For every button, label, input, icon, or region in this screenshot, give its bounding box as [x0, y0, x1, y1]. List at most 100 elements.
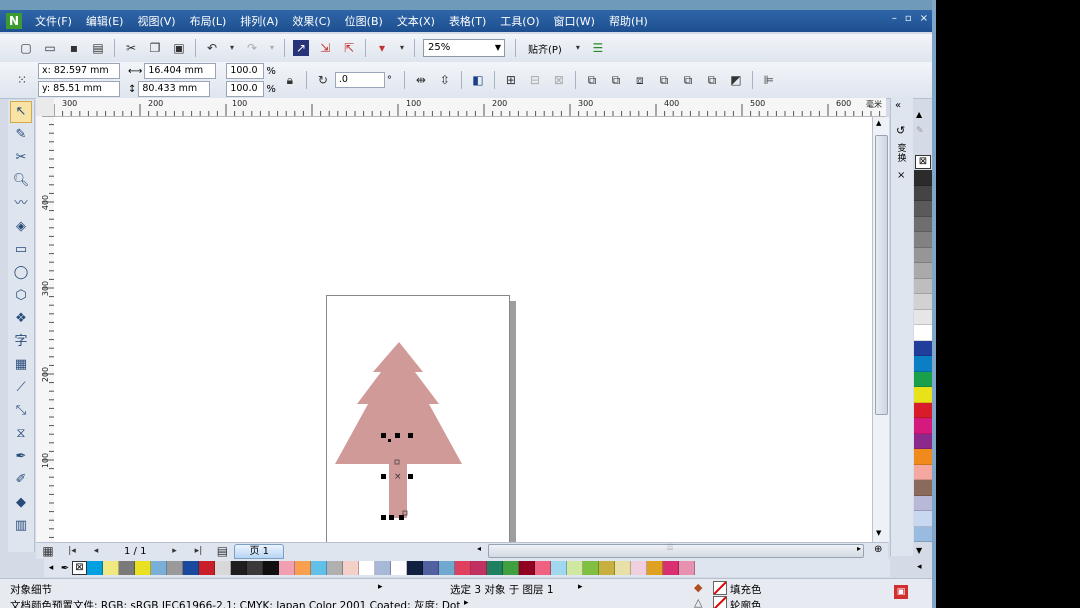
- previous-page-icon[interactable]: ◂: [88, 543, 104, 559]
- scroll-left-icon[interactable]: ◂: [477, 544, 481, 553]
- menu-table[interactable]: 表格(T): [449, 13, 486, 29]
- mirror-vertical-icon[interactable]: ⇳: [437, 72, 453, 88]
- cut-icon[interactable]: ✂: [123, 40, 139, 56]
- color-swatch[interactable]: [359, 561, 375, 575]
- color-swatch[interactable]: [914, 263, 932, 279]
- close-button[interactable]: ×: [920, 13, 928, 24]
- color-swatch[interactable]: [914, 371, 932, 387]
- basic-shapes-icon[interactable]: ❖: [10, 308, 32, 330]
- scroll-right-icon[interactable]: ▸: [857, 544, 861, 553]
- selection-handle[interactable]: [388, 439, 391, 442]
- docker-collapse-icon[interactable]: «: [895, 100, 901, 111]
- page-tab-1[interactable]: 页 1: [234, 543, 284, 559]
- x-position-field[interactable]: x: 82.597 mm: [38, 63, 120, 79]
- menu-layout[interactable]: 布局(L): [190, 13, 227, 29]
- object-origin-icon[interactable]: ⁙: [14, 72, 30, 88]
- palette-expand-icon[interactable]: ◂: [917, 562, 922, 572]
- menu-file[interactable]: 文件(F): [35, 13, 72, 29]
- color-swatch[interactable]: [631, 561, 647, 575]
- outline-swatch[interactable]: [713, 596, 727, 608]
- ungroup-icon[interactable]: ⊠: [551, 72, 567, 88]
- application-launcher-icon[interactable]: ▾: [374, 40, 390, 56]
- boundary-icon[interactable]: ◩: [728, 72, 744, 88]
- eyedropper-icon[interactable]: ✒: [58, 563, 72, 574]
- add-page-icon[interactable]: ▤: [214, 543, 230, 559]
- color-swatch[interactable]: [199, 561, 215, 575]
- menu-view[interactable]: 视图(V): [137, 13, 175, 29]
- dimension-tool-icon[interactable]: ⟋: [10, 377, 32, 399]
- color-swatch[interactable]: [391, 561, 407, 575]
- menu-effects[interactable]: 效果(C): [292, 13, 330, 29]
- mirror-horizontal-icon[interactable]: ⇹: [413, 72, 429, 88]
- blend-tool-icon[interactable]: ⧖: [10, 423, 32, 445]
- height-field[interactable]: 80.433 mm: [138, 81, 211, 97]
- page-settings-icon[interactable]: ▦: [40, 543, 56, 559]
- chevron-down-icon[interactable]: ▾: [574, 40, 582, 56]
- chevron-down-icon[interactable]: ▾: [398, 40, 406, 56]
- chevron-down-icon[interactable]: ▾: [268, 40, 276, 56]
- color-swatch[interactable]: [914, 201, 932, 217]
- color-swatch[interactable]: [183, 561, 199, 575]
- combine-icon[interactable]: ⊞: [503, 72, 519, 88]
- y-position-field[interactable]: y: 85.51 mm: [38, 81, 120, 97]
- lock-ratio-icon[interactable]: 🔒︎: [282, 72, 298, 88]
- color-swatch[interactable]: [914, 511, 932, 527]
- color-swatch[interactable]: [599, 561, 615, 575]
- break-apart-icon[interactable]: ⊟: [527, 72, 543, 88]
- color-swatch[interactable]: [295, 561, 311, 575]
- table-tool-icon[interactable]: ▦: [10, 354, 32, 376]
- restore-button[interactable]: ▫: [905, 13, 912, 24]
- color-swatch[interactable]: [535, 561, 551, 575]
- vertical-scroll-thumb[interactable]: [875, 135, 888, 415]
- scale-y-field[interactable]: 100.0: [226, 81, 265, 97]
- selection-handle[interactable]: [408, 433, 413, 438]
- color-swatch[interactable]: [679, 561, 695, 575]
- color-swatch[interactable]: [914, 526, 932, 542]
- selection-handle[interactable]: [408, 474, 413, 479]
- weld-icon[interactable]: ⧉: [584, 72, 600, 88]
- menu-help[interactable]: 帮助(H): [609, 13, 648, 29]
- eyedropper-tool-icon[interactable]: ✒: [10, 446, 32, 468]
- color-swatch[interactable]: [647, 561, 663, 575]
- color-swatch[interactable]: [567, 561, 583, 575]
- interactive-fill-icon[interactable]: ▥: [10, 515, 32, 537]
- fill-tool-icon[interactable]: ◆: [10, 492, 32, 514]
- last-page-icon[interactable]: ▸|: [190, 543, 206, 559]
- details-expand-icon[interactable]: ▸: [378, 582, 383, 592]
- color-swatch[interactable]: [247, 561, 263, 575]
- drawing-canvas[interactable]: ×: [54, 117, 872, 542]
- scale-x-field[interactable]: 100.0: [226, 63, 265, 79]
- color-swatch[interactable]: [455, 561, 471, 575]
- color-swatch[interactable]: [167, 561, 183, 575]
- color-swatch[interactable]: [343, 561, 359, 575]
- color-swatch[interactable]: [279, 561, 295, 575]
- color-swatch[interactable]: [151, 561, 167, 575]
- selection-handle[interactable]: [381, 515, 386, 520]
- color-swatch[interactable]: [263, 561, 279, 575]
- width-field[interactable]: 16.404 mm: [144, 63, 217, 79]
- trim-icon[interactable]: ⧉: [608, 72, 624, 88]
- docker-close-icon[interactable]: ×: [897, 170, 905, 181]
- selection-handle[interactable]: [381, 474, 386, 479]
- color-swatch[interactable]: [103, 561, 119, 575]
- color-swatch[interactable]: [914, 232, 932, 248]
- color-swatch[interactable]: [231, 561, 247, 575]
- group-icon[interactable]: ◧: [470, 72, 486, 88]
- color-swatch[interactable]: [407, 561, 423, 575]
- menu-arrange[interactable]: 排列(A): [240, 13, 278, 29]
- vertical-ruler[interactable]: 400 300 200 100: [36, 116, 55, 542]
- ruler-origin[interactable]: [36, 98, 55, 117]
- first-page-icon[interactable]: |◂: [64, 543, 80, 559]
- selection-expand-icon[interactable]: ▸: [578, 582, 583, 592]
- color-swatch[interactable]: [914, 185, 932, 201]
- zoom-level-combo[interactable]: 25% ▼: [423, 39, 505, 57]
- color-swatch[interactable]: [914, 464, 932, 480]
- search-content-icon[interactable]: ↗: [293, 40, 309, 56]
- color-swatch[interactable]: [215, 561, 231, 575]
- palette-scroll-up-icon[interactable]: ▲: [916, 110, 922, 119]
- pick-tool-icon[interactable]: ↖: [10, 101, 32, 123]
- polygon-tool-icon[interactable]: ⬡: [10, 285, 32, 307]
- vertical-scrollbar[interactable]: ▲ ▼: [872, 117, 889, 542]
- rectangle-tool-icon[interactable]: ▭: [10, 239, 32, 261]
- zoom-navigator-icon[interactable]: ⊕: [874, 544, 882, 555]
